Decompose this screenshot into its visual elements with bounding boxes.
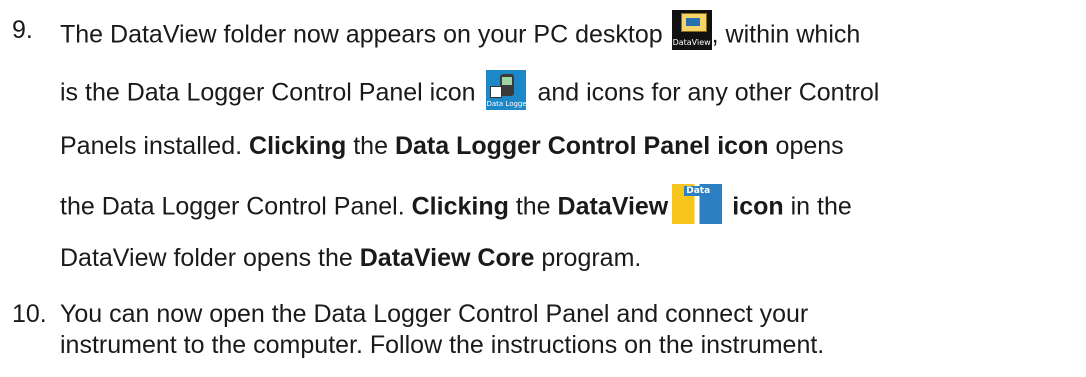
text: is the Data Logger Control Panel icon: [60, 78, 476, 107]
step-9-line-5: DataView folder opens the DataView Core …: [60, 244, 641, 273]
text: Panels installed.: [60, 132, 243, 160]
step-10-line-1: You can now open the Data Logger Control…: [60, 300, 809, 328]
text: and icons for any other Control: [537, 78, 880, 107]
bold-text: Clicking: [249, 132, 347, 160]
icon-caption: DataView: [672, 38, 711, 47]
step-9-line-4: the Data Logger Control Panel. Clicking …: [60, 184, 852, 228]
icon-caption: Data Logger: [486, 100, 530, 108]
step-9-line-2: is the Data Logger Control Panel icon Da…: [60, 70, 880, 114]
bold-text: Clicking: [411, 192, 509, 221]
text: the Data Logger Control Panel.: [60, 192, 405, 221]
bold-text: icon: [732, 192, 784, 221]
text: DataView folder opens the: [60, 244, 353, 272]
text: program.: [541, 244, 642, 272]
data-logger-icon: Data Logger: [486, 70, 530, 110]
step-9-line-1: The DataView folder now appears on your …: [60, 10, 861, 56]
step-10-line-2: instrument to the computer. Follow the i…: [60, 331, 825, 359]
bold-text: DataView: [557, 192, 669, 221]
text: the: [515, 192, 551, 221]
icon-caption: Data: [684, 186, 713, 196]
bold-text: Data Logger Control Panel icon: [394, 132, 769, 160]
text: the: [353, 132, 388, 160]
step-9-line-3: Panels installed. Clicking the Data Logg…: [60, 132, 844, 161]
text: , within which: [711, 20, 861, 49]
text: The DataView folder now appears on your …: [60, 20, 663, 49]
dataview-program-icon: Data: [672, 184, 723, 224]
text: opens: [775, 132, 844, 160]
text: in the: [790, 192, 852, 221]
step-number: 9.: [12, 16, 33, 44]
dataview-folder-icon: DataView: [671, 10, 712, 50]
bold-text: DataView Core: [359, 244, 535, 272]
step-number: 10.: [12, 300, 47, 328]
